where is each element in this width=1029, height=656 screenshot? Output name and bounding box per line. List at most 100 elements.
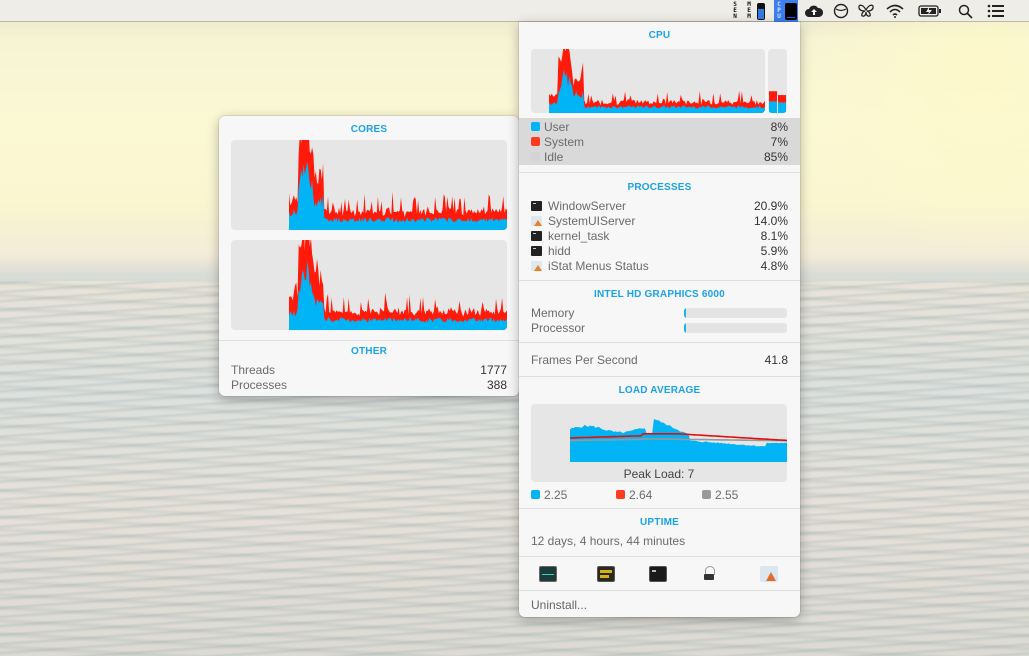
uptime-title: UPTIME bbox=[640, 517, 679, 528]
idle-value: 85% bbox=[763, 149, 788, 164]
circle-slash-icon[interactable] bbox=[831, 0, 851, 22]
cpu-current-chart bbox=[769, 91, 786, 113]
console-icon[interactable] bbox=[597, 566, 615, 582]
process-row[interactable]: WindowServer 20.9% bbox=[531, 198, 788, 213]
cpu-system-row: System 7% bbox=[531, 134, 788, 149]
cpu-label-icon[interactable]: CPU bbox=[774, 0, 784, 22]
threads-label: Threads bbox=[231, 362, 276, 377]
cores-title: CORES bbox=[350, 124, 388, 135]
process-name: SystemUIServer bbox=[548, 213, 636, 228]
idle-label: Idle bbox=[544, 149, 564, 164]
process-name: kernel_task bbox=[548, 228, 610, 243]
process-name: hidd bbox=[548, 243, 571, 258]
app-icon bbox=[531, 215, 542, 226]
current-user-bar bbox=[778, 102, 786, 113]
processes-value: 388 bbox=[486, 377, 507, 392]
system-information-icon[interactable] bbox=[702, 566, 716, 582]
cpu-idle-row: Idle 85% bbox=[531, 149, 788, 164]
terminal-icon bbox=[531, 245, 542, 256]
cores-popover: CORES OTHER Threads 1777 Processes 388 bbox=[219, 116, 519, 396]
divider bbox=[519, 376, 800, 377]
load-average-graph: Peak Load: 7 bbox=[531, 404, 787, 482]
load-15min-value: 2.55 bbox=[715, 487, 739, 502]
processes-row: Processes 388 bbox=[231, 377, 507, 392]
current-system-bar bbox=[778, 95, 786, 103]
divider bbox=[519, 556, 800, 557]
menu-bar: SEN MEM CPU bbox=[0, 0, 1029, 22]
cpu-usage-icon[interactable] bbox=[784, 0, 798, 22]
user-value: 8% bbox=[770, 119, 788, 134]
fps-label: Frames Per Second bbox=[531, 352, 638, 367]
cpu-current-graph bbox=[768, 49, 787, 113]
app-shortcuts bbox=[519, 562, 800, 588]
gpu-memory-bar bbox=[684, 308, 787, 318]
terminal-icon bbox=[531, 200, 542, 211]
process-value: 20.9% bbox=[753, 198, 788, 213]
uptime-row: 12 days, 4 hours, 44 minutes bbox=[531, 533, 788, 548]
sensors-icon[interactable]: SEN bbox=[729, 0, 741, 22]
divider bbox=[519, 172, 800, 173]
gpu-processor-fill bbox=[684, 323, 687, 333]
load-average-title: LOAD AVERAGE bbox=[618, 385, 701, 396]
battery-charging-icon[interactable] bbox=[916, 0, 944, 22]
process-name: iStat Menus Status bbox=[548, 258, 649, 273]
sensors-letter: N bbox=[733, 13, 737, 20]
load-1min-swatch bbox=[531, 490, 540, 499]
divider bbox=[519, 342, 800, 343]
load-1min-value: 2.25 bbox=[544, 487, 568, 502]
divider bbox=[519, 590, 800, 591]
process-row[interactable]: iStat Menus Status 4.8% bbox=[531, 258, 788, 273]
butterfly-icon[interactable] bbox=[856, 0, 876, 22]
processes-title: PROCESSES bbox=[627, 182, 692, 193]
load-5min: 2.64 bbox=[616, 487, 652, 502]
system-label: System bbox=[544, 134, 585, 149]
core-2-graph bbox=[231, 240, 507, 330]
gpu-title: INTEL HD GRAPHICS 6000 bbox=[594, 289, 725, 300]
threads-value: 1777 bbox=[480, 362, 507, 377]
wifi-icon[interactable] bbox=[884, 0, 906, 22]
gpu-memory-fill bbox=[684, 308, 687, 318]
load-5min-value: 2.64 bbox=[629, 487, 653, 502]
script-editor-icon[interactable] bbox=[760, 566, 778, 582]
user-label: User bbox=[544, 119, 570, 134]
app-icon bbox=[531, 260, 542, 271]
notification-center-icon[interactable] bbox=[985, 0, 1007, 22]
cpu-popover: CPU User 8% System 7% Idle 85% PROCESSES… bbox=[519, 22, 800, 617]
core-1-graph bbox=[231, 140, 507, 230]
gpu-processor-label: Processor bbox=[531, 320, 586, 335]
process-row[interactable]: SystemUIServer 14.0% bbox=[531, 213, 788, 228]
process-value: 5.9% bbox=[760, 243, 788, 258]
fps-row: Frames Per Second 41.8 bbox=[531, 352, 788, 367]
search-icon[interactable] bbox=[955, 0, 975, 22]
uninstall-button[interactable]: Uninstall... bbox=[531, 598, 587, 612]
memory-letter: M bbox=[747, 13, 751, 20]
memory-usage-icon[interactable] bbox=[755, 0, 767, 22]
desktop-wallpaper-glow bbox=[800, 22, 1029, 262]
cpu-history-chart bbox=[549, 49, 765, 113]
cpu-user-row: User 8% bbox=[531, 119, 788, 134]
process-row[interactable]: hidd 5.9% bbox=[531, 243, 788, 258]
core-2-chart bbox=[289, 240, 507, 330]
load-5min-swatch bbox=[616, 490, 625, 499]
peak-load-label: Peak Load: 7 bbox=[623, 467, 695, 481]
current-system-bar bbox=[769, 91, 777, 102]
process-name: WindowServer bbox=[548, 198, 627, 213]
system-value: 7% bbox=[770, 134, 788, 149]
activity-monitor-icon[interactable] bbox=[539, 566, 557, 582]
other-title: OTHER bbox=[351, 346, 387, 357]
memory-label-icon[interactable]: MEM bbox=[743, 0, 755, 22]
terminal-icon[interactable] bbox=[649, 566, 667, 582]
fps-value: 41.8 bbox=[764, 352, 788, 367]
process-value: 8.1% bbox=[760, 228, 788, 243]
cpu-letter: U bbox=[777, 13, 781, 20]
cloud-upload-icon[interactable] bbox=[803, 0, 825, 22]
load-15min-swatch bbox=[702, 490, 711, 499]
gpu-processor-bar bbox=[684, 323, 787, 333]
divider bbox=[519, 508, 800, 509]
current-user-bar bbox=[769, 101, 777, 113]
gpu-memory-label: Memory bbox=[531, 305, 575, 320]
cpu-history-graph bbox=[531, 49, 765, 113]
process-row[interactable]: kernel_task 8.1% bbox=[531, 228, 788, 243]
cpu-title: CPU bbox=[648, 30, 671, 41]
divider bbox=[519, 280, 800, 281]
